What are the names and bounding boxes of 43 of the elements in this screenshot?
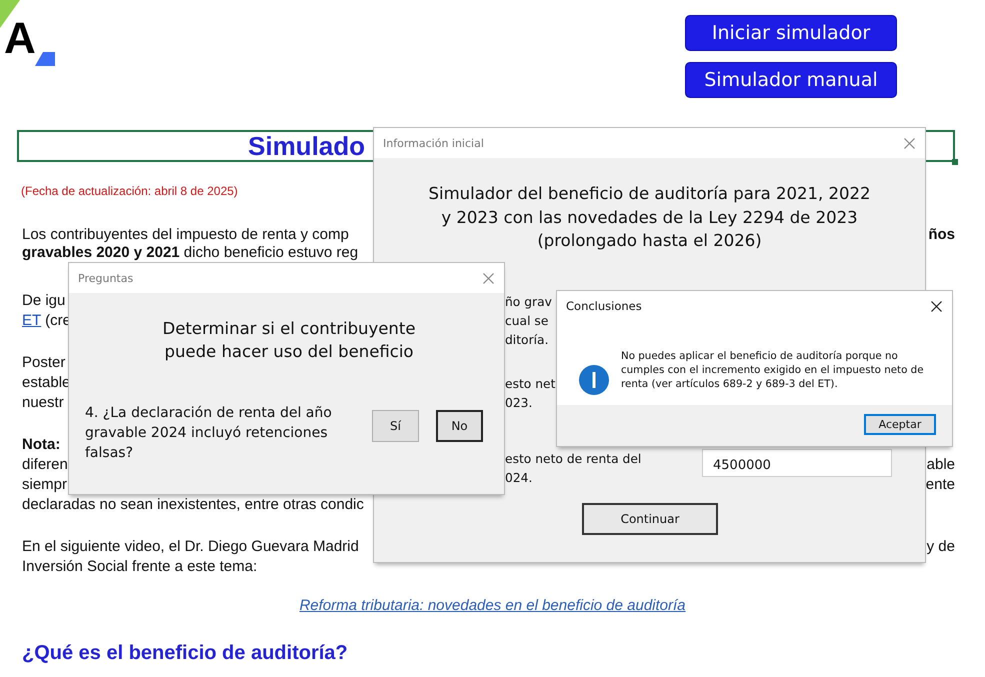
simulator-button[interactable]: Simulador manual [685,62,897,98]
video-link[interactable]: Reforma tributaria: novedades en el beneficio de auditoría [299,597,686,614]
dialog-title: Conclusiones [566,299,642,313]
logo-accent-icon [35,52,55,66]
resize-handle[interactable] [952,159,958,165]
article-link[interactable]: ET [22,311,42,331]
paragraph-text: En el siguiente video, el Dr. Diego Guevara Madrid [22,537,359,557]
question-text: esto neto de renta del 024. [505,450,642,486]
dialog-heading: Simulador del beneficio de auditoría para 2021, 2022 y 2023 con las novedades de la Ley 2294 de 2023 (prolongado hasta el 2026) [428,183,872,252]
amount-field[interactable]: 4500000 [702,448,892,476]
question-text: esto net 023. [505,376,556,412]
paragraph-text: ente [926,475,955,495]
paragraph-text: nuestr [22,393,64,413]
dialog-heading: Determinar si el contribuyente puede hacer uso del beneficio [161,318,417,363]
paragraph-text: Poster [22,353,66,373]
dialog-title: Preguntas [78,272,134,284]
dialog-title: Información inicial [383,136,484,150]
continue-button[interactable]: Continuar [582,502,718,534]
logo-letter: A [4,14,36,64]
paragraph-text: estable [22,373,70,393]
paragraph-text: Los contribuyentes del impuesto de renta y comp [22,226,349,244]
paragraph-text: De igu [22,291,66,311]
paragraph-text: y de [926,537,955,557]
update-date: (Fecha de actualización: abril 8 de 2025) [21,184,238,198]
paragraph-text: Nota: [22,435,60,455]
message-text: No puedes aplicar el beneficio de auditoría porque no cumples con el incremento exigido en el impuesto neto de renta (ver artículos 689-2 y 689-3 del ET). [621,349,924,391]
paragraph-text: gravables 2020 y 2021 dicho beneficio estuvo reg [22,244,358,262]
section-heading: ¿Qué es el beneficio de auditoría? [22,642,348,665]
paragraph-text: declaradas no sean inexistentes, entre otras condic [22,495,364,515]
close-icon[interactable] [931,300,942,312]
answer-button[interactable]: Sí [372,410,419,442]
question-text: 4. ¿La declaración de renta del año gravable 2024 incluyó retenciones falsas? [85,404,332,463]
paragraph-text: siempr [22,475,68,495]
accept-button[interactable]: Aceptar [864,414,936,435]
question-text: ño grav cual se ditoría. [505,294,552,348]
answer-button[interactable]: No [436,410,483,442]
info-icon [579,365,609,395]
paragraph-text: diferen [22,455,68,475]
simulator-button[interactable]: Iniciar simulador [685,15,897,51]
paragraph-text: ños [928,226,955,244]
page-title: Simulado [247,132,366,160]
paragraph-text: Inversión Social frente a este tema: [22,557,258,577]
paragraph-text: able [926,455,955,475]
